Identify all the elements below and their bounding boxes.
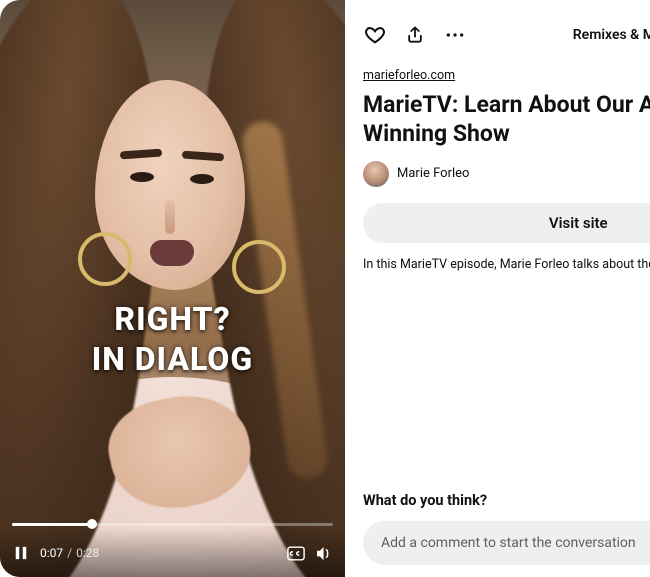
heart-icon[interactable] bbox=[363, 23, 387, 47]
more-icon[interactable] bbox=[443, 23, 467, 47]
total-time: 0:28 bbox=[76, 546, 99, 560]
pin-title: MarieTV: Learn About Our Award-Winning S… bbox=[363, 91, 650, 149]
video-controls: 0:07 / 0:28 bbox=[0, 529, 345, 577]
visit-label: Visit site bbox=[549, 214, 608, 232]
detail-panel: Remixes & Mash-Ups Save marieforleo.com … bbox=[345, 0, 650, 577]
source-link[interactable]: marieforleo.com bbox=[363, 68, 650, 83]
pin-description: In this MarieTV episode, Marie Forleo ta… bbox=[363, 257, 650, 272]
comment-prompt: What do you think? bbox=[363, 492, 650, 509]
avatar[interactable] bbox=[363, 161, 389, 187]
author-row[interactable]: Marie Forleo bbox=[363, 161, 650, 187]
caption-line-2: IN DIALOG bbox=[0, 340, 345, 378]
share-icon[interactable] bbox=[403, 23, 427, 47]
pin-description-row: In this MarieTV episode, Marie Forleo ta… bbox=[363, 257, 650, 272]
pause-icon[interactable] bbox=[12, 544, 30, 562]
captions-icon[interactable] bbox=[287, 544, 305, 562]
video-frame[interactable] bbox=[0, 0, 345, 577]
author-name[interactable]: Marie Forleo bbox=[397, 166, 469, 181]
visit-site-button[interactable]: Visit site bbox=[363, 203, 650, 243]
time-separator: / bbox=[67, 546, 72, 560]
comment-input[interactable]: Add a comment to start the conversation bbox=[363, 521, 650, 565]
video-time: 0:07 / 0:28 bbox=[40, 546, 99, 560]
board-selector[interactable]: Remixes & Mash-Ups bbox=[573, 27, 650, 43]
comment-section: What do you think? Add a comment to star… bbox=[363, 492, 650, 565]
video-progress[interactable] bbox=[12, 519, 333, 529]
video-caption: RIGHT? IN DIALOG bbox=[0, 300, 345, 378]
current-time: 0:07 bbox=[40, 546, 63, 560]
action-bar: Remixes & Mash-Ups Save bbox=[363, 18, 650, 52]
video-panel: RIGHT? IN DIALOG 0:07 / 0:28 bbox=[0, 0, 345, 577]
board-label: Remixes & Mash-Ups bbox=[573, 27, 650, 43]
caption-line-1: RIGHT? bbox=[0, 300, 345, 338]
volume-icon[interactable] bbox=[315, 544, 333, 562]
comment-placeholder: Add a comment to start the conversation bbox=[381, 535, 650, 551]
